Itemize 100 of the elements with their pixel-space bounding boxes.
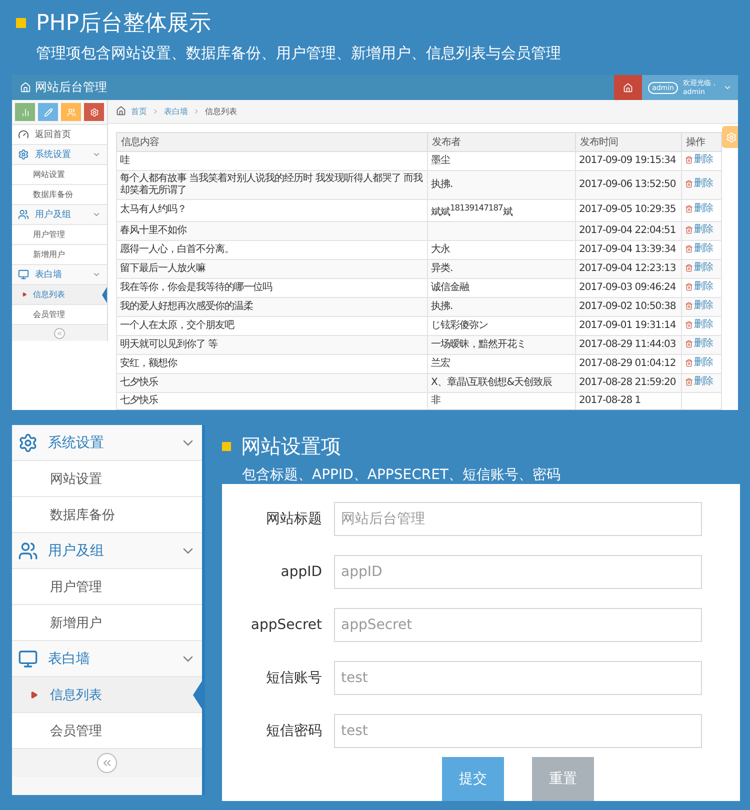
gear-icon: [726, 132, 736, 142]
breadcrumb-link[interactable]: 信息列表: [205, 106, 237, 117]
section-subtitle: 包含标题、APPID、APPSECRET、短信账号、密码: [241, 466, 562, 484]
table-cell: 安红，额想你: [116, 354, 428, 374]
table-cell: じ铉彩傻弥ン: [428, 316, 576, 336]
trash-icon: [685, 378, 693, 386]
caret-icon: [22, 292, 27, 297]
home-icon: [116, 106, 126, 116]
table-cell: 斌斌$^{18139147187}$斌: [428, 199, 576, 222]
gear-icon: [90, 108, 98, 116]
submit-button[interactable]: 提交: [442, 757, 504, 801]
shortcut-button[interactable]: [61, 103, 81, 121]
table-cell: 2017-09-03 09:46:24: [576, 278, 682, 298]
table-cell: 执拂.: [428, 298, 576, 316]
caret-icon: [30, 690, 38, 698]
table-cell: 2017-09-04 22:04:51: [576, 222, 682, 240]
input-field[interactable]: appSecret: [334, 608, 702, 642]
table-cell: 2017-08-29 11:44:03: [576, 336, 682, 354]
monitor-icon: [18, 269, 29, 280]
bullet-icon: [222, 442, 231, 451]
trash-icon: [685, 283, 693, 291]
table-cell: 七夕快乐: [116, 374, 428, 392]
table-cell: 我在等你，你会是我等待的哪一位吗: [116, 278, 428, 298]
collapse-button[interactable]: [54, 328, 65, 338]
table-cell: 七夕快乐: [116, 392, 428, 410]
home-icon: [623, 82, 634, 92]
table-cell: 2017-09-09 19:15:34: [576, 151, 682, 170]
sidebar-item[interactable]: 返回首页: [12, 125, 107, 145]
sidebar-item[interactable]: 新增用户: [12, 245, 107, 265]
sidebar-item[interactable]: 数据库备份: [12, 497, 202, 533]
table-cell: 太马有人约吗？: [116, 199, 428, 222]
section-title: 网站设置项: [241, 433, 341, 460]
trash-icon: [685, 205, 693, 214]
collapse-button[interactable]: [97, 753, 117, 773]
sidebar-item[interactable]: 网站设置: [12, 461, 202, 497]
input-field[interactable]: test: [334, 660, 702, 694]
breadcrumb-link[interactable]: 表白墙: [164, 106, 188, 117]
reset-button[interactable]: 重置: [532, 757, 594, 801]
bullet-icon: [16, 18, 26, 28]
sidebar-item[interactable]: 用户管理: [12, 569, 202, 605]
table-cell: 2017-08-28 1: [576, 392, 682, 410]
table-cell: 兰宏: [428, 354, 576, 374]
shortcut-button[interactable]: [15, 103, 35, 121]
sidebar-item[interactable]: 数据库备份: [12, 185, 107, 205]
trash-icon: [685, 226, 693, 234]
users-icon: [18, 209, 29, 220]
table-cell: 一个人在太原，交个朋友吧: [116, 316, 428, 336]
chart-icon: [20, 108, 30, 116]
table-cell: 2017-09-01 19:31:14: [576, 316, 682, 336]
sidebar-item[interactable]: 网站设置: [12, 165, 107, 185]
table-cell: 每个人都有故事 当我笑着对别人说我的经历时 我发现听得人都哭了 而我却笑着无所谓了: [116, 170, 428, 200]
table-cell: 墨尘: [428, 151, 576, 170]
shortcut-button[interactable]: [84, 103, 104, 121]
sidebar-item[interactable]: 用户管理: [12, 225, 107, 245]
input-field[interactable]: appID: [334, 554, 702, 588]
column-header: 信息内容: [116, 132, 428, 152]
gear-icon: [18, 149, 29, 160]
table-cell: 2017-09-02 10:50:38: [576, 298, 682, 316]
trash-icon: [685, 302, 693, 310]
table-cell: 愿得一人心，白首不分离。: [116, 240, 428, 260]
double-chevron-icon: [101, 757, 113, 769]
column-header: 发布时间: [576, 132, 682, 152]
trash-icon: [685, 359, 693, 367]
dashboard-icon: [18, 129, 29, 140]
trash-icon: [685, 180, 693, 188]
table-cell: 执拂.: [428, 170, 576, 200]
separator-icon: [193, 108, 200, 115]
settings-button[interactable]: [722, 126, 738, 148]
table-cell: 诚信金融: [428, 278, 576, 298]
field-label: 网站标题: [265, 510, 322, 528]
table-cell: 2017-09-06 13:52:50: [576, 170, 682, 200]
field-label: appSecret: [250, 616, 322, 632]
table-cell: 2017-09-04 13:39:34: [576, 240, 682, 260]
table-cell: 一场暧昧，黯然开花ミ: [428, 336, 576, 354]
trash-icon: [685, 156, 693, 164]
field-label: 短信密码: [265, 722, 322, 740]
home-icon: [20, 82, 31, 93]
sidebar-item[interactable]: 新增用户: [12, 605, 202, 641]
brand-title: 网站后台管理: [35, 79, 107, 96]
trash-icon: [685, 321, 693, 329]
trash-icon: [685, 340, 693, 348]
table-cell: 2017-09-05 10:29:35: [576, 199, 682, 222]
sidebar-item[interactable]: 会员管理: [12, 713, 202, 749]
home-button[interactable]: [614, 75, 642, 100]
sidebar-item[interactable]: 信息列表: [12, 677, 202, 713]
table-cell: X、章晶\互联创想&天创致辰: [428, 374, 576, 392]
shortcut-button[interactable]: [38, 103, 58, 121]
table-cell: 哇: [116, 151, 428, 170]
double-chevron-icon: [56, 330, 63, 336]
breadcrumb-link[interactable]: 首页: [131, 106, 147, 117]
sidebar-item[interactable]: 会员管理: [12, 305, 107, 325]
input-field[interactable]: 网站后台管理: [334, 502, 702, 536]
users-icon: [66, 108, 76, 116]
caret-icon: [723, 83, 732, 92]
users-icon: [18, 540, 38, 560]
table-cell: 大永: [428, 240, 576, 260]
page-title: PHP后台整体展示: [36, 10, 212, 38]
sidebar-item[interactable]: 信息列表: [12, 285, 107, 305]
input-field[interactable]: test: [334, 714, 702, 748]
table-cell: 2017-09-04 12:23:13: [576, 260, 682, 278]
